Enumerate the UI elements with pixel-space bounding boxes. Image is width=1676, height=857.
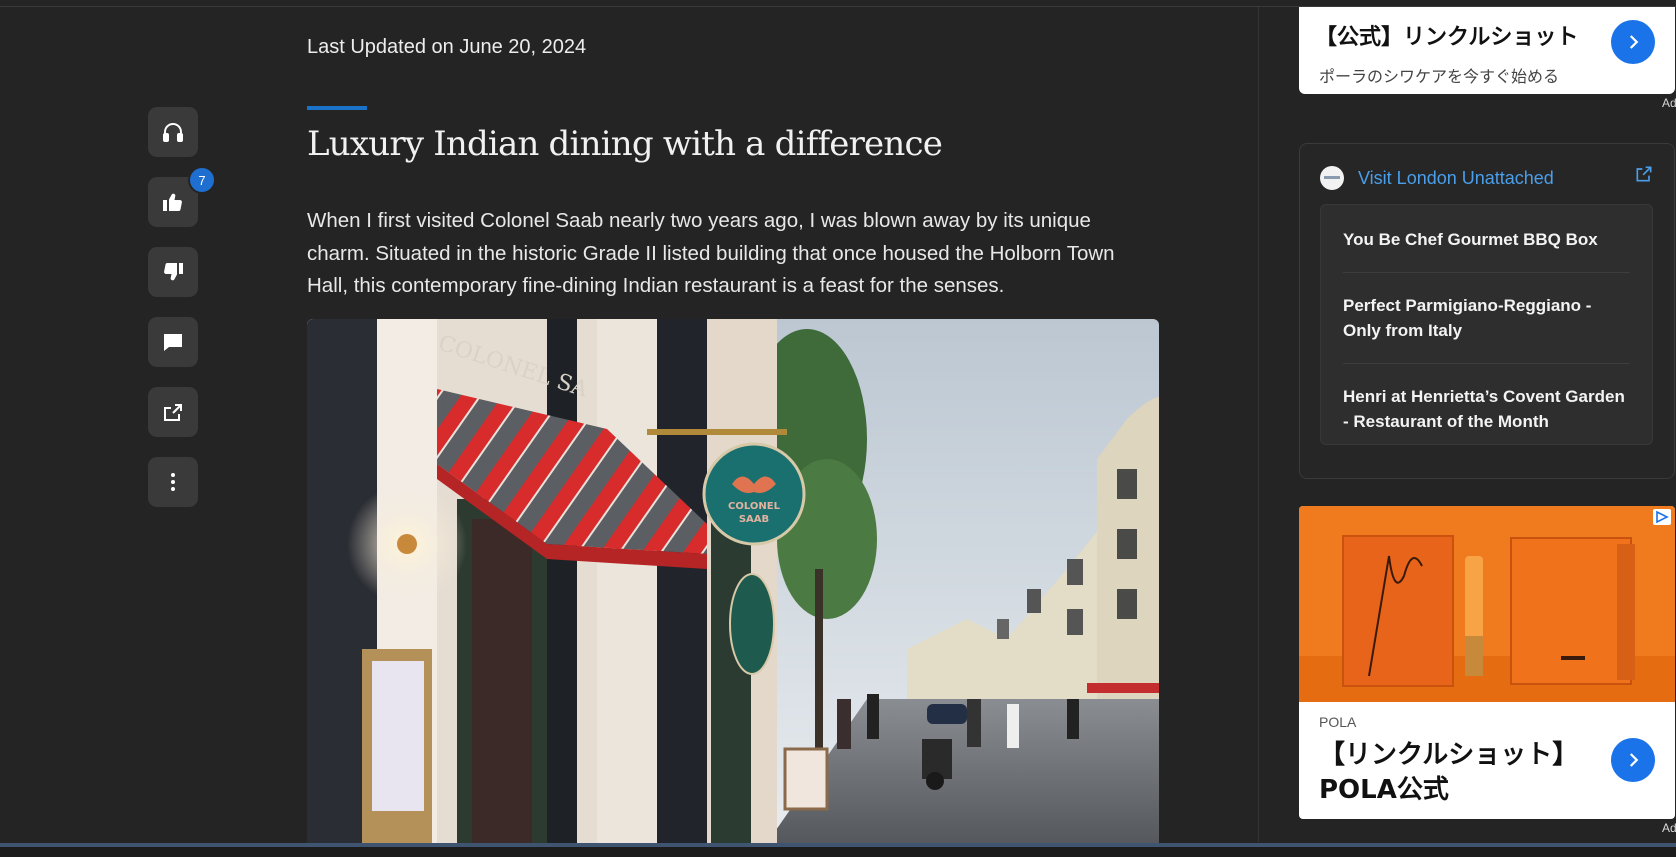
listen-button[interactable] — [148, 107, 198, 157]
share-button[interactable] — [148, 387, 198, 437]
like-count-badge: 7 — [188, 166, 216, 194]
source-link[interactable]: Visit London Unattached — [1358, 168, 1554, 189]
source-avatar — [1320, 166, 1344, 190]
sign-text-saab: SAAB — [739, 514, 769, 525]
chevron-right-icon — [1629, 753, 1639, 767]
heading-accent-rule — [307, 106, 367, 110]
share-icon — [164, 404, 182, 421]
ad-subtitle: ポーラのシワケアを今すぐ始める — [1319, 67, 1560, 86]
sign-text-colonel: COLONEL — [728, 501, 781, 512]
adchoices-icon[interactable] — [1653, 509, 1671, 525]
more-vertical-icon — [171, 473, 175, 491]
pola-product-image — [1299, 506, 1675, 702]
ad-arrow-button[interactable] — [1611, 20, 1655, 64]
more-options-button[interactable] — [148, 457, 198, 507]
taskbar-strip — [0, 847, 1676, 857]
headphones-icon — [163, 123, 183, 142]
ad-label: Ad — [1662, 96, 1676, 110]
comment-icon — [164, 334, 182, 351]
ad-brand: POLA — [1319, 714, 1357, 730]
dislike-button[interactable] — [148, 247, 198, 297]
ad-title: 【リンクルショット】POLA公式 — [1319, 740, 1579, 805]
recommendations-header: Visit London Unattached — [1320, 166, 1554, 190]
column-divider — [1258, 7, 1259, 842]
section-heading: Luxury Indian dining with a difference — [307, 124, 943, 164]
recommendation-item[interactable]: You Be Chef Gourmet BBQ Box — [1343, 205, 1630, 273]
recommendations-card: Visit London Unattached You Be Chef Gour… — [1299, 143, 1675, 479]
comment-button[interactable] — [148, 317, 198, 367]
recommendation-item[interactable]: Perfect Parmigiano-Reggiano - Only from … — [1343, 273, 1630, 364]
wrinkle-shot-ad[interactable]: 【公式】リンクルショット ポーラのシワケアを今すぐ始める — [1299, 7, 1675, 94]
action-rail: 7 — [148, 107, 216, 527]
recommendation-item[interactable]: Henri at Henrietta’s Covent Garden - Res… — [1343, 364, 1630, 454]
recommendations-list: You Be Chef Gourmet BBQ Box Perfect Parm… — [1320, 204, 1653, 445]
chevron-right-icon — [1629, 35, 1639, 49]
ad-arrow-button[interactable] — [1611, 738, 1655, 782]
thumbs-up-icon — [163, 193, 182, 212]
ad-title: 【公式】リンクルショット — [1315, 25, 1579, 50]
pola-ad[interactable]: POLA 【リンクルショット】POLA公式 — [1299, 506, 1675, 819]
article-paragraph: When I first visited Colonel Saab nearly… — [307, 209, 1115, 297]
ad-label: Ad — [1662, 821, 1676, 835]
restaurant-photo[interactable]: COLONEL SA COLONEL SAAB — [307, 319, 1159, 843]
thumbs-down-icon — [164, 262, 183, 281]
external-link-icon[interactable] — [1634, 164, 1654, 184]
like-button[interactable]: 7 — [148, 166, 216, 227]
last-updated-date: Last Updated on June 20, 2024 — [307, 36, 587, 58]
